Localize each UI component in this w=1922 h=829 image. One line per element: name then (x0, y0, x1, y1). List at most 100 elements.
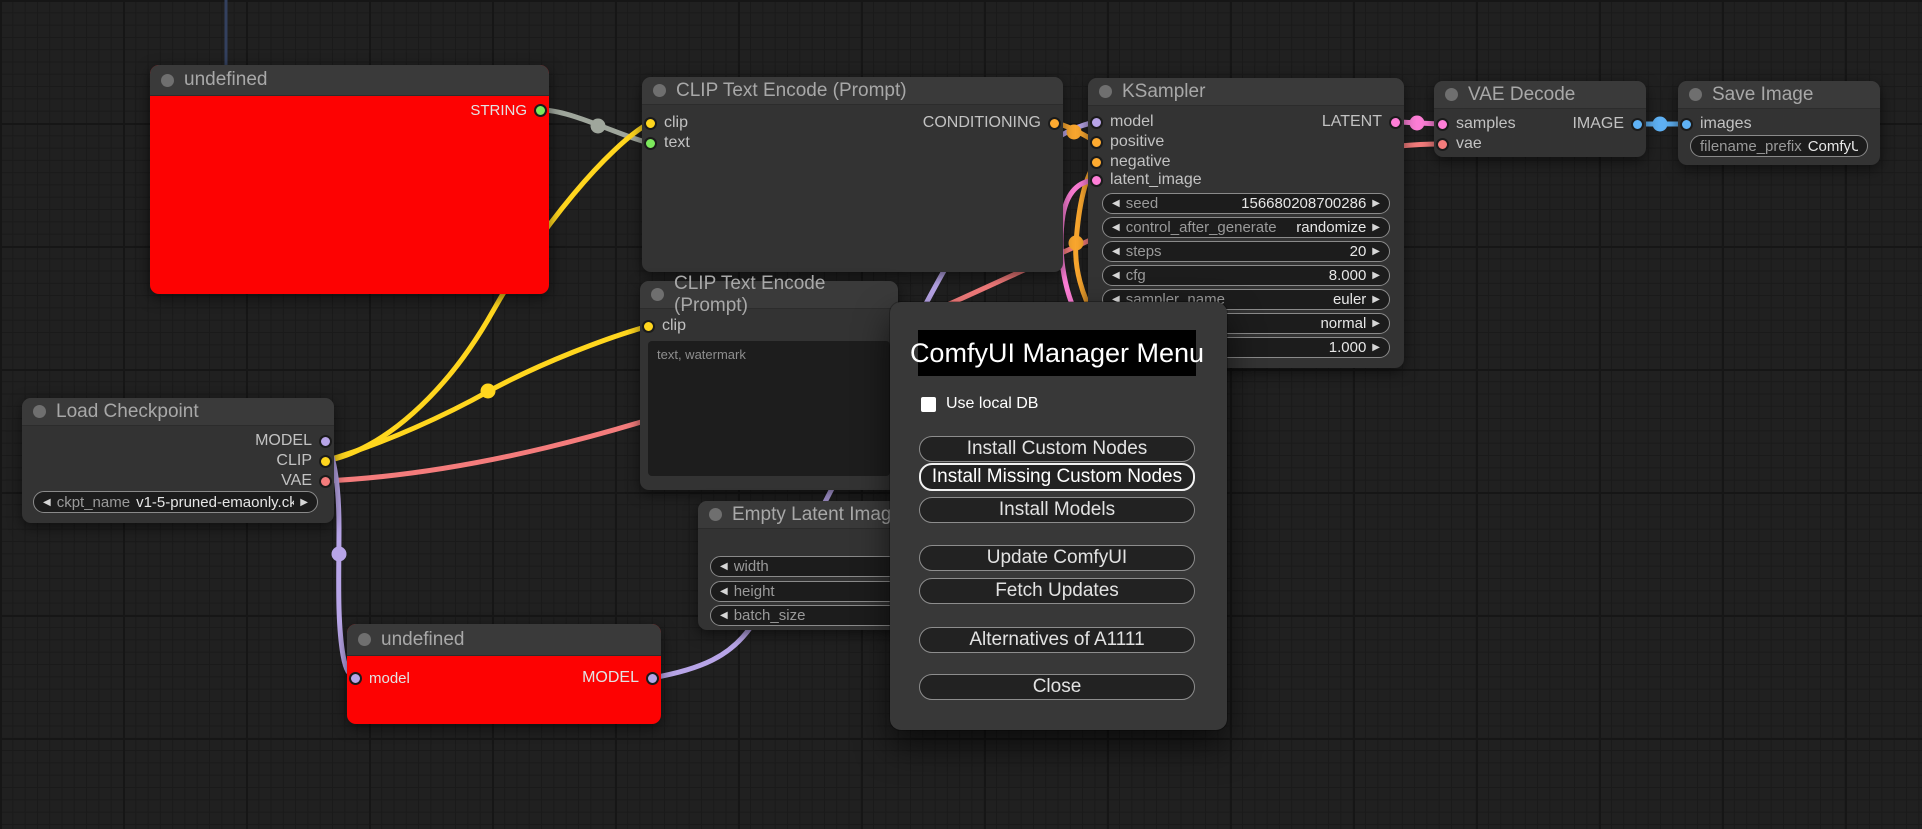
widget-cfg[interactable]: ◀ cfg 8.000 ▶ (1102, 265, 1390, 286)
widget-ckpt-name[interactable]: ◀ ckpt_name v1-5-pruned-emaonly.ckpt ▶ (33, 491, 318, 513)
right-arrow-icon[interactable]: ▶ (1372, 342, 1380, 353)
widget-value[interactable]: 20 (1168, 243, 1367, 260)
output-string[interactable]: STRING (470, 100, 547, 120)
widget-value[interactable]: randomize (1283, 219, 1366, 236)
input-vae[interactable]: vae (1436, 134, 1482, 154)
node-vae-decode[interactable]: VAE Decode samples vae IMAGE (1434, 81, 1646, 157)
text-port-dot[interactable] (644, 136, 657, 150)
install-custom-nodes-button[interactable]: Install Custom Nodes (919, 436, 1195, 462)
update-comfyui-button[interactable]: Update ComfyUI (919, 545, 1195, 571)
string-port-dot[interactable] (534, 103, 547, 117)
conditioning-port-dot[interactable] (1090, 135, 1103, 149)
output-conditioning[interactable]: CONDITIONING (923, 113, 1061, 133)
output-model[interactable]: MODEL (255, 431, 332, 451)
input-text[interactable]: text (644, 133, 690, 153)
collapse-dot[interactable] (653, 84, 666, 97)
widget-batch-size[interactable]: ◀ batch_size (710, 605, 916, 626)
right-arrow-icon[interactable]: ▶ (1372, 270, 1380, 281)
right-arrow-icon[interactable]: ▶ (1372, 294, 1380, 305)
conditioning-port-dot[interactable] (1090, 155, 1103, 169)
node-title-bar[interactable]: Save Image (1678, 81, 1880, 109)
input-model[interactable]: model (1090, 112, 1154, 132)
node-undefined-bottom[interactable]: undefined model MODEL (347, 624, 661, 724)
output-latent[interactable]: LATENT (1322, 112, 1402, 132)
model-port-dot[interactable] (646, 671, 659, 685)
output-vae[interactable]: VAE (281, 471, 332, 491)
close-button[interactable]: Close (919, 674, 1195, 700)
node-title-bar[interactable]: undefined (150, 65, 549, 96)
vae-port-dot[interactable] (1436, 137, 1449, 151)
widget-value[interactable]: euler (1231, 291, 1366, 308)
latent-port-dot[interactable] (1389, 115, 1402, 129)
collapse-dot[interactable] (358, 633, 371, 646)
output-clip[interactable]: CLIP (276, 451, 332, 471)
widget-width[interactable]: ◀ width (710, 556, 916, 577)
prompt-textarea[interactable]: text, watermark (648, 341, 890, 476)
widget-filename-prefix[interactable]: filename_prefix ComfyUI (1690, 135, 1868, 157)
widget-seed[interactable]: ◀ seed 156680208700286 ▶ (1102, 193, 1390, 214)
input-positive[interactable]: positive (1090, 132, 1164, 152)
node-title-bar[interactable]: Load Checkpoint (22, 398, 334, 426)
input-clip[interactable]: clip (644, 113, 688, 133)
widget-value[interactable]: v1-5-pruned-emaonly.ckpt (136, 494, 294, 511)
node-clip-text-encode-2[interactable]: CLIP Text Encode (Prompt) clip text, wat… (640, 273, 898, 490)
node-title-bar[interactable]: CLIP Text Encode (Prompt) (640, 273, 898, 316)
left-arrow-icon[interactable]: ◀ (43, 497, 51, 508)
use-local-db-row[interactable]: Use local DB (921, 395, 1038, 413)
node-title-bar[interactable]: CLIP Text Encode (Prompt) (642, 77, 1063, 105)
left-arrow-icon[interactable]: ◀ (1112, 270, 1120, 281)
conditioning-port-dot[interactable] (1048, 116, 1061, 130)
input-negative[interactable]: negative (1090, 152, 1171, 172)
widget-value[interactable]: 156680208700286 (1164, 195, 1366, 212)
node-title-bar[interactable]: VAE Decode (1434, 81, 1646, 109)
left-arrow-icon[interactable]: ◀ (720, 610, 728, 621)
clip-port-dot[interactable] (644, 116, 657, 130)
input-images[interactable]: images (1680, 114, 1752, 134)
alternatives-of-a1111-button[interactable]: Alternatives of A1111 (919, 627, 1195, 653)
output-model[interactable]: MODEL (582, 668, 659, 688)
link-dot-image[interactable] (1652, 116, 1668, 132)
output-image[interactable]: IMAGE (1572, 114, 1644, 134)
latent-port-dot[interactable] (1090, 173, 1103, 187)
link-dot-model[interactable] (331, 546, 347, 562)
left-arrow-icon[interactable]: ◀ (720, 561, 728, 572)
node-clip-text-encode-1[interactable]: CLIP Text Encode (Prompt) clip text COND… (642, 77, 1063, 272)
fetch-updates-button[interactable]: Fetch Updates (919, 578, 1195, 604)
right-arrow-icon[interactable]: ▶ (1372, 318, 1380, 329)
input-samples[interactable]: samples (1436, 114, 1516, 134)
left-arrow-icon[interactable]: ◀ (1112, 198, 1120, 209)
node-load-checkpoint[interactable]: Load Checkpoint MODEL CLIP VAE ◀ ckpt_na… (22, 398, 334, 523)
model-port-dot[interactable] (1090, 115, 1103, 129)
collapse-dot[interactable] (1445, 88, 1458, 101)
link-dot-clip[interactable] (480, 383, 496, 399)
vae-port-dot[interactable] (319, 474, 332, 488)
collapse-dot[interactable] (651, 288, 664, 301)
collapse-dot[interactable] (1689, 88, 1702, 101)
collapse-dot[interactable] (1099, 85, 1112, 98)
link-dot-cond-pos[interactable] (1066, 124, 1082, 140)
widget-value[interactable]: 8.000 (1152, 267, 1367, 284)
node-save-image[interactable]: Save Image images filename_prefix ComfyU… (1678, 81, 1880, 165)
right-arrow-icon[interactable]: ▶ (300, 497, 308, 508)
collapse-dot[interactable] (161, 73, 174, 87)
install-models-button[interactable]: Install Models (919, 497, 1195, 523)
model-port-dot[interactable] (319, 434, 332, 448)
link-dot-string[interactable] (590, 118, 606, 134)
link-dot-latent[interactable] (1409, 115, 1425, 131)
graph-canvas[interactable]: undefined STRING CLIP Text Encode (Promp… (0, 0, 1922, 829)
input-model[interactable]: model (349, 668, 410, 688)
widget-steps[interactable]: ◀ steps 20 ▶ (1102, 241, 1390, 262)
widget-value[interactable]: ComfyUI (1808, 138, 1858, 155)
link-dot-cond-neg[interactable] (1068, 235, 1084, 251)
image-port-dot[interactable] (1631, 117, 1644, 131)
input-latent-image[interactable]: latent_image (1090, 170, 1202, 190)
node-title-bar[interactable]: undefined (347, 624, 661, 656)
node-title-bar[interactable]: KSampler (1088, 78, 1404, 106)
use-local-db-checkbox[interactable] (921, 396, 936, 412)
right-arrow-icon[interactable]: ▶ (1372, 198, 1380, 209)
clip-port-dot[interactable] (642, 319, 655, 333)
node-undefined-top[interactable]: undefined STRING (150, 65, 549, 294)
widget-control-after-generate[interactable]: ◀ control_after_generate randomize ▶ (1102, 217, 1390, 238)
left-arrow-icon[interactable]: ◀ (1112, 246, 1120, 257)
left-arrow-icon[interactable]: ◀ (1112, 222, 1120, 233)
